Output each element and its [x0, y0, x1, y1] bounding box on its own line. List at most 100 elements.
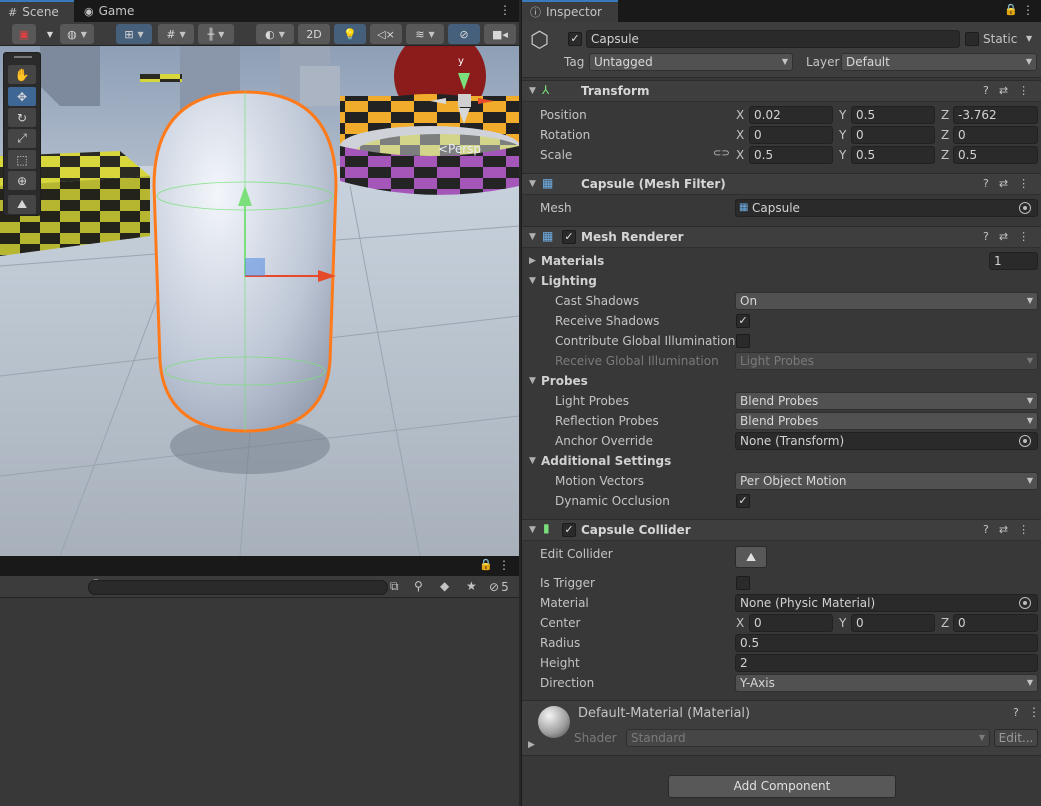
object-picker-icon[interactable] — [1019, 597, 1031, 609]
foldout-arrow-icon[interactable]: ▼ — [529, 371, 536, 391]
tab-game[interactable]: ◉ Game — [76, 0, 146, 22]
favorite-icon[interactable]: ★ — [466, 579, 477, 593]
scale-tool-button[interactable]: ⤢ — [8, 129, 36, 148]
rotation-y-field[interactable]: 0 — [851, 126, 935, 144]
link-icon[interactable]: ⊂⊃ — [713, 148, 730, 159]
audio-toggle-button[interactable]: ◁× — [370, 24, 402, 44]
position-x-field[interactable]: 0.02 — [749, 106, 833, 124]
help-icon[interactable]: ? — [983, 177, 989, 190]
mode-2d-button[interactable]: 2D — [298, 24, 330, 44]
rotate-tool-button[interactable]: ↻ — [8, 108, 36, 127]
center-x-field[interactable]: 0 — [749, 614, 833, 632]
more-menu-icon[interactable]: ⋮ — [499, 3, 511, 17]
presets-icon[interactable]: ⇄ — [999, 84, 1008, 97]
draw-mode-dropdown[interactable]: ▼ — [40, 24, 60, 44]
reflection-probes-dropdown[interactable]: Blend Probes ▼ — [735, 412, 1038, 430]
cast-shadows-dropdown[interactable]: On ▼ — [735, 292, 1038, 310]
additional-settings-label[interactable]: Additional Settings — [541, 451, 671, 471]
mesh-object-field[interactable]: ▦ Capsule — [735, 199, 1038, 217]
is-trigger-checkbox[interactable] — [736, 576, 750, 590]
lighting-toggle-button[interactable]: 💡 — [334, 24, 366, 44]
drag-handle-icon[interactable] — [14, 56, 32, 58]
more-menu-icon[interactable]: ⋮ — [1018, 230, 1029, 243]
capsule-collider-enabled-checkbox[interactable]: ✓ — [562, 523, 576, 537]
materials-count-field[interactable]: 1 — [989, 252, 1038, 270]
foldout-arrow-icon[interactable]: ▼ — [529, 174, 536, 194]
persp-label[interactable]: <Persp — [438, 142, 481, 156]
foldout-arrow-icon[interactable]: ▶ — [528, 735, 535, 755]
global-local-button[interactable]: ◍ ▼ — [60, 24, 94, 44]
more-menu-icon[interactable]: ⋮ — [498, 558, 510, 572]
search-input[interactable] — [88, 580, 388, 595]
foldout-arrow-icon[interactable]: ▶ — [529, 251, 536, 271]
grid-visibility-button[interactable]: # ▼ — [158, 24, 194, 44]
move-tool-button[interactable]: ✥ — [8, 87, 36, 106]
object-picker-icon[interactable] — [1019, 202, 1031, 214]
motion-vectors-dropdown[interactable]: Per Object Motion ▼ — [735, 472, 1038, 490]
mesh-renderer-enabled-checkbox[interactable]: ✓ — [562, 230, 576, 244]
object-name-field[interactable]: Capsule — [586, 30, 960, 48]
more-menu-icon[interactable]: ⋮ — [1028, 705, 1040, 719]
shading-mode-button[interactable]: ◐ ▼ — [256, 24, 294, 44]
presets-icon[interactable]: ⇄ — [999, 177, 1008, 190]
direction-dropdown[interactable]: Y-Axis ▼ — [735, 674, 1038, 692]
shader-dropdown[interactable]: Standard ▼ — [626, 729, 990, 747]
scale-z-field[interactable]: 0.5 — [953, 146, 1038, 164]
add-component-button[interactable]: Add Component — [668, 775, 896, 798]
edit-collider-button[interactable]: ⛰ — [735, 546, 767, 568]
height-field[interactable]: 2 — [735, 654, 1038, 672]
grid-snap-button[interactable]: ╫ ▼ — [198, 24, 234, 44]
edit-collider-tool-button[interactable]: ⛰ — [8, 195, 36, 214]
static-checkbox[interactable] — [965, 32, 979, 46]
materials-label[interactable]: Materials — [541, 251, 604, 271]
position-y-field[interactable]: 0.5 — [851, 106, 935, 124]
more-menu-icon[interactable]: ⋮ — [1018, 177, 1029, 190]
center-z-field[interactable]: 0 — [953, 614, 1038, 632]
type-filter-icon[interactable]: ⚲ — [414, 579, 423, 593]
rotation-z-field[interactable]: 0 — [953, 126, 1038, 144]
foldout-arrow-icon[interactable]: ▼ — [529, 451, 536, 471]
anchor-override-field[interactable]: None (Transform) — [735, 432, 1038, 450]
hidden-count[interactable]: ⊘ 5 — [489, 580, 509, 594]
foldout-arrow-icon[interactable]: ▼ — [529, 81, 536, 101]
rect-tool-button[interactable]: ⬚ — [8, 150, 36, 169]
label-filter-icon[interactable]: ◆ — [440, 579, 449, 593]
object-picker-icon[interactable] — [1019, 435, 1031, 447]
foldout-arrow-icon[interactable]: ▼ — [529, 227, 536, 247]
more-menu-icon[interactable]: ⋮ — [1018, 523, 1029, 536]
static-dropdown-icon[interactable]: ▼ — [1026, 29, 1032, 49]
presets-icon[interactable]: ⇄ — [999, 230, 1008, 243]
scale-x-field[interactable]: 0.5 — [749, 146, 833, 164]
dynamic-occlusion-checkbox[interactable]: ✓ — [736, 494, 750, 508]
draw-mode-button[interactable]: ▣ — [12, 24, 36, 44]
position-z-field[interactable]: -3.762 — [953, 106, 1038, 124]
camera-button[interactable]: ■◂ — [484, 24, 516, 44]
search-filter-icon[interactable]: ⧉ — [390, 579, 399, 594]
help-icon[interactable]: ? — [1013, 706, 1019, 719]
foldout-arrow-icon[interactable]: ▼ — [529, 520, 536, 540]
foldout-arrow-icon[interactable]: ▼ — [529, 271, 536, 291]
help-icon[interactable]: ? — [983, 523, 989, 536]
more-menu-icon[interactable]: ⋮ — [1018, 84, 1029, 97]
probes-label[interactable]: Probes — [541, 371, 588, 391]
hand-tool-button[interactable]: ✋ — [8, 65, 36, 84]
active-checkbox[interactable]: ✓ — [568, 32, 582, 46]
lighting-label[interactable]: Lighting — [541, 271, 597, 291]
scene-viewport[interactable]: y <Persp ✋ ✥ ↻ ⤢ ⬚ ⊕ ⛰ — [0, 46, 519, 556]
scene-visibility-button[interactable]: ⊘ — [448, 24, 480, 44]
scale-y-field[interactable]: 0.5 — [851, 146, 935, 164]
lock-icon[interactable]: 🔒 — [479, 558, 493, 571]
rotation-x-field[interactable]: 0 — [749, 126, 833, 144]
lock-icon[interactable]: 🔒 — [1004, 3, 1018, 16]
collider-material-field[interactable]: None (Physic Material) — [735, 594, 1038, 612]
snap-increment-button[interactable]: ⊞ ▼ — [116, 24, 152, 44]
tag-dropdown[interactable]: Untagged ▼ — [589, 53, 793, 71]
transform-tool-button[interactable]: ⊕ — [8, 171, 36, 190]
help-icon[interactable]: ? — [983, 84, 989, 97]
center-y-field[interactable]: 0 — [851, 614, 935, 632]
radius-field[interactable]: 0.5 — [735, 634, 1038, 652]
tab-inspector[interactable]: ⓘ Inspector — [522, 0, 618, 22]
help-icon[interactable]: ? — [983, 230, 989, 243]
tab-scene[interactable]: # Scene — [0, 0, 74, 22]
presets-icon[interactable]: ⇄ — [999, 523, 1008, 536]
